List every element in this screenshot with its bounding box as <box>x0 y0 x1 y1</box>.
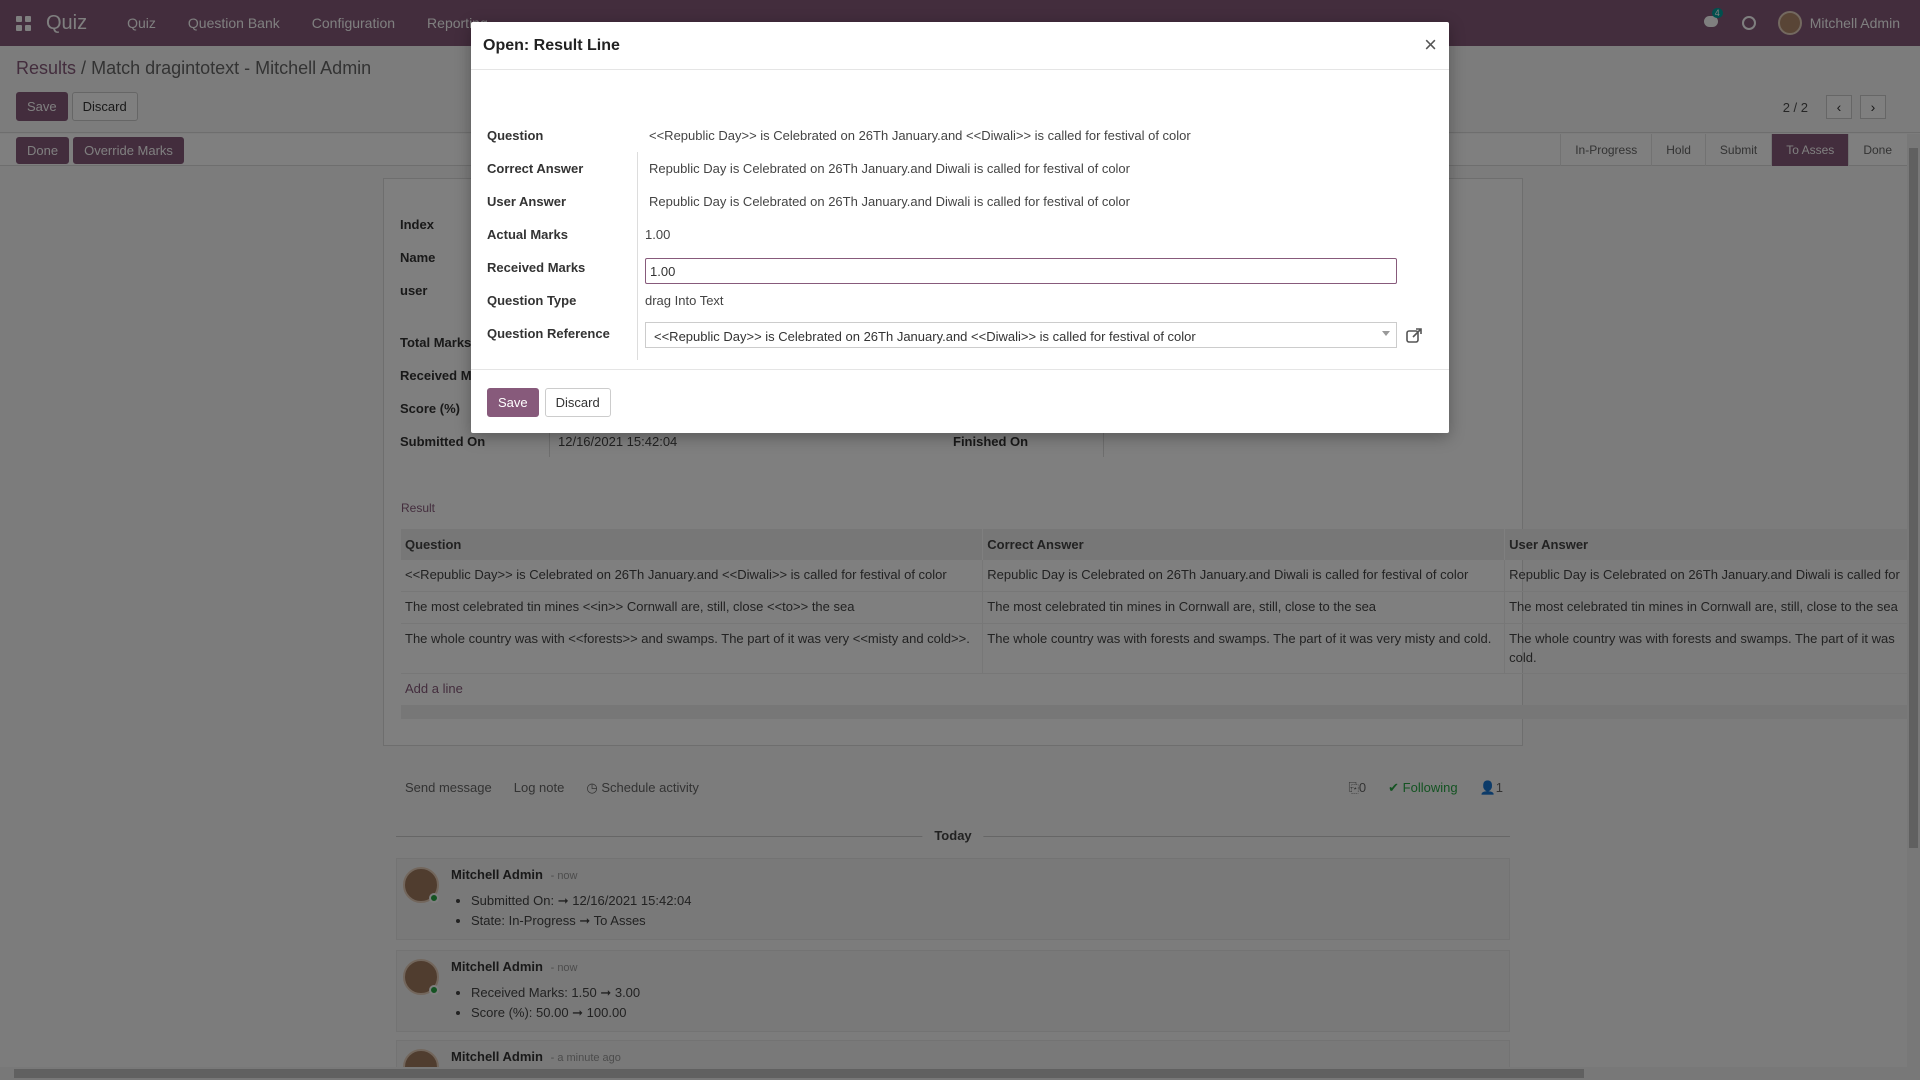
dialog-footer: Save Discard <box>487 388 611 417</box>
dialog-discard-button[interactable]: Discard <box>544 388 611 417</box>
dialog-body: Question <<Republic Day>> is Celebrated … <box>471 70 1449 370</box>
dropdown-caret-icon[interactable] <box>1382 331 1390 336</box>
question-label: Question <box>487 128 544 143</box>
correct-answer-label: Correct Answer <box>487 161 584 176</box>
question-value[interactable]: <<Republic Day>> is Celebrated on 26Th J… <box>649 128 1191 143</box>
question-type-label: Question Type <box>487 293 577 308</box>
close-icon[interactable]: × <box>1424 32 1437 58</box>
dialog-save-button[interactable]: Save <box>487 388 539 417</box>
actual-marks-value: 1.00 <box>645 227 671 242</box>
question-reference-value: <<Republic Day>> is Celebrated on 26Th J… <box>654 329 1196 344</box>
question-type-value: drag Into Text <box>645 293 724 308</box>
external-link-icon[interactable] <box>1405 327 1423 345</box>
result-line-dialog: Open: Result Line × Question <<Republic … <box>471 22 1449 433</box>
user-answer-value[interactable]: Republic Day is Celebrated on 26Th Janua… <box>649 194 1130 209</box>
correct-answer-value[interactable]: Republic Day is Celebrated on 26Th Janua… <box>649 161 1130 176</box>
dialog-title: Open: Result Line <box>483 36 620 54</box>
received-marks-label: Received Marks <box>487 260 586 275</box>
actual-marks-label: Actual Marks <box>487 227 568 242</box>
question-reference-label: Question Reference <box>487 326 610 341</box>
divider <box>637 152 638 360</box>
received-marks-input[interactable] <box>645 258 1397 284</box>
question-reference-select[interactable]: <<Republic Day>> is Celebrated on 26Th J… <box>645 322 1397 348</box>
user-answer-label: User Answer <box>487 194 566 209</box>
